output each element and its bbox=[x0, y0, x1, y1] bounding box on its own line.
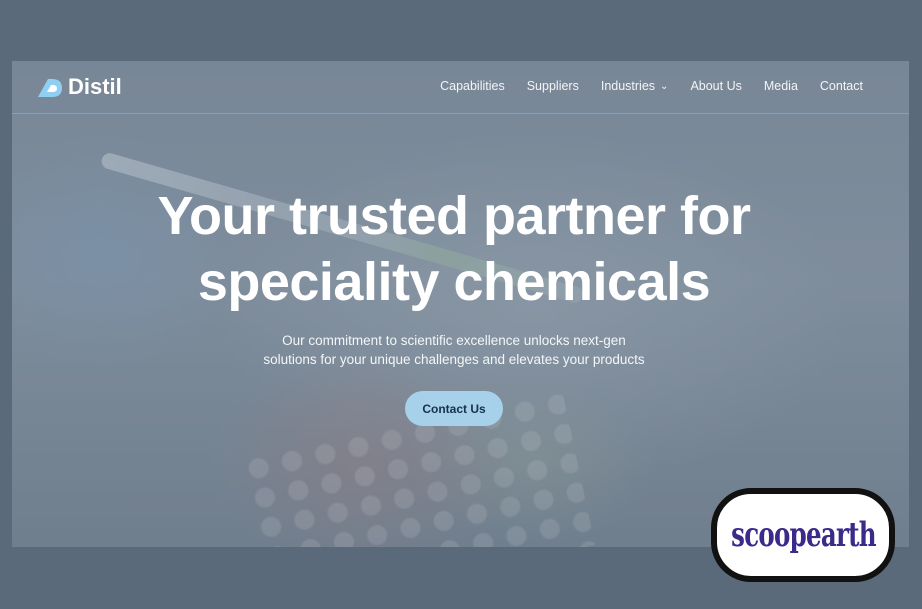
hero-section: Distil Capabilities Suppliers Industries… bbox=[12, 61, 909, 547]
hero-subtitle-line: solutions for your unique challenges and… bbox=[263, 352, 645, 367]
nav-item-suppliers[interactable]: Suppliers bbox=[527, 79, 579, 93]
brand-logo[interactable]: Distil bbox=[34, 74, 122, 99]
nav-item-label: Industries bbox=[600, 79, 656, 93]
nav-item-label: Suppliers bbox=[526, 79, 579, 93]
chevron-down-icon: ⌄ bbox=[660, 80, 669, 92]
main-nav: Capabilities Suppliers Industries ⌄ Abou… bbox=[440, 79, 863, 93]
distil-d-logo-icon bbox=[38, 79, 62, 97]
hero-title-line: speciality chemicals bbox=[197, 252, 711, 312]
nav-item-label: Contact bbox=[819, 79, 863, 93]
hero-subtitle-line: Our commitment to scientific excellence … bbox=[282, 333, 626, 348]
scoopearth-watermark: scoopearth bbox=[711, 488, 895, 582]
nav-item-contact[interactable]: Contact bbox=[820, 79, 863, 93]
hero-title-line: Your trusted partner for bbox=[157, 186, 751, 246]
nav-item-media[interactable]: Media bbox=[764, 79, 798, 93]
nav-item-capabilities[interactable]: Capabilities bbox=[440, 79, 505, 93]
nav-item-about-us[interactable]: About Us bbox=[690, 79, 741, 93]
nav-item-industries[interactable]: Industries ⌄ bbox=[601, 79, 669, 93]
brand-name: Distil bbox=[68, 74, 122, 99]
navbar: Distil Capabilities Suppliers Industries… bbox=[12, 61, 909, 114]
nav-item-label: Media bbox=[763, 79, 798, 93]
hero-subtitle: Our commitment to scientific excellence … bbox=[12, 331, 896, 369]
watermark-text: scoopearth bbox=[730, 515, 876, 555]
nav-item-label: Capabilities bbox=[440, 79, 505, 93]
nav-item-label: About Us bbox=[690, 79, 742, 93]
contact-us-button[interactable]: Contact Us bbox=[405, 391, 503, 426]
hero-title: Your trusted partner for speciality chem… bbox=[12, 183, 896, 315]
